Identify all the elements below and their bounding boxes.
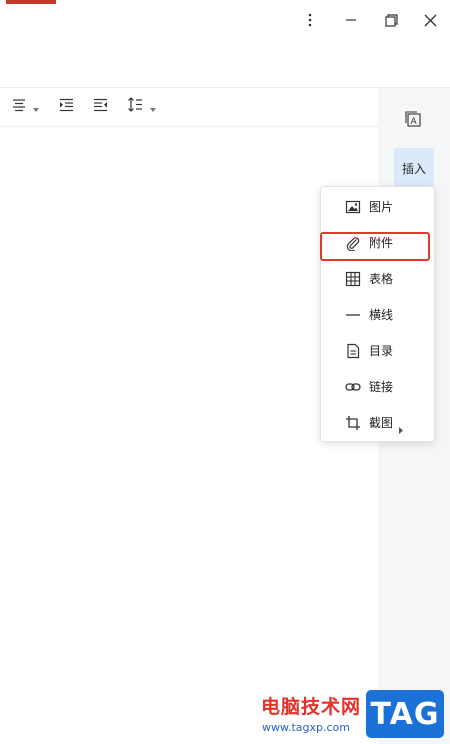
watermark-badge: TAG [366,690,444,738]
toolbar-bottom-divider [0,126,378,127]
crop-icon [345,415,361,431]
image-icon [345,199,361,215]
menu-item-label: 表格 [369,272,394,286]
menu-item-horizontal-line[interactable]: 横线 [321,297,434,333]
menu-item-image[interactable]: 图片 [321,189,434,225]
svg-text:A: A [411,117,418,127]
table-icon [345,271,361,287]
chevron-right-icon [399,419,403,438]
menu-item-label: 图片 [369,200,394,214]
chevron-down-icon [150,97,156,116]
attachment-highlight-box [320,232,430,261]
more-vertical-icon[interactable] [300,10,320,30]
watermark-site-name: 电脑技术网 [261,696,362,718]
indent-increase-icon [59,97,74,116]
menu-item-link[interactable]: 链接 [321,369,434,405]
tab-insert-label: 插入 [401,161,426,176]
watermark-url: www.tagxp.com [262,721,350,734]
menu-item-label: 横线 [369,308,394,322]
text-style-icon[interactable]: A [405,111,421,131]
chevron-down-icon [33,97,39,116]
align-center-button[interactable] [12,96,39,116]
line-spacing-icon [127,96,143,116]
menu-item-toc[interactable]: 目录 [321,333,434,369]
document-icon [345,343,361,359]
line-spacing-button[interactable] [127,96,156,116]
indent-increase-button[interactable] [59,96,74,116]
minimize-icon[interactable] [341,10,361,30]
menu-item-label: 链接 [369,380,394,394]
menu-item-label: 截图 [369,416,394,430]
indent-decrease-button[interactable] [93,96,108,116]
app-tab-indicator [6,0,56,4]
menu-item-label: 目录 [369,344,394,358]
align-center-icon [12,97,26,116]
indent-decrease-icon [93,97,108,116]
menu-item-table[interactable]: 表格 [321,261,434,297]
horizontal-line-icon [345,307,361,323]
close-icon[interactable] [420,10,440,30]
insert-menu: 图片 附件 表格 横线 目录 链接 截图 [320,186,435,442]
restore-icon[interactable] [381,10,401,30]
tab-insert[interactable]: 插入 [394,148,434,188]
link-icon [345,379,361,395]
menu-item-screenshot[interactable]: 截图 [321,405,434,441]
